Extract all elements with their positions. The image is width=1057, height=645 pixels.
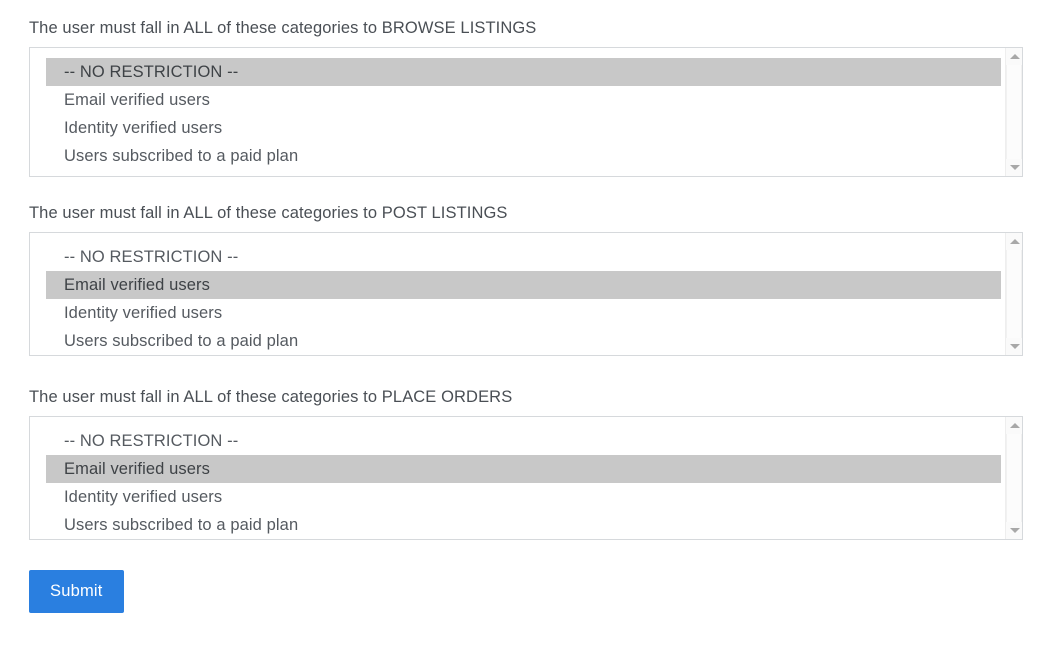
listbox-browse-listings[interactable]: -- NO RESTRICTION -- Email verified user…	[29, 47, 1023, 177]
scroll-up-button[interactable]	[1006, 417, 1022, 434]
field-group-browse-listings: The user must fall in ALL of these categ…	[29, 18, 1023, 177]
list-item[interactable]: Users subscribed to a paid plan	[46, 142, 1001, 170]
list-item[interactable]: Email verified users	[46, 271, 1001, 299]
scroll-down-arrow-icon	[1009, 528, 1020, 533]
list-item[interactable]: Email verified users	[46, 455, 1001, 483]
field-label-post-listings: The user must fall in ALL of these categ…	[29, 204, 508, 222]
scroll-up-arrow-icon	[1009, 239, 1020, 244]
scrollbar-place-orders[interactable]	[1005, 417, 1022, 539]
permissions-form-page: The user must fall in ALL of these categ…	[0, 0, 1057, 645]
field-label-browse-listings: The user must fall in ALL of these categ…	[29, 19, 537, 37]
listbox-options-browse-listings: -- NO RESTRICTION -- Email verified user…	[30, 48, 1007, 176]
scroll-up-arrow-icon	[1009, 423, 1020, 428]
list-item[interactable]: Identity verified users	[46, 114, 1001, 142]
list-item[interactable]: Email verified users	[46, 86, 1001, 114]
listbox-place-orders[interactable]: -- NO RESTRICTION -- Email verified user…	[29, 416, 1023, 540]
listbox-options-place-orders: -- NO RESTRICTION -- Email verified user…	[30, 417, 1007, 539]
scrollbar-track[interactable]	[1006, 250, 1022, 338]
list-item[interactable]: Identity verified users	[46, 483, 1001, 511]
field-group-place-orders: The user must fall in ALL of these categ…	[29, 387, 1023, 540]
list-item[interactable]: -- NO RESTRICTION --	[46, 427, 1001, 455]
scroll-up-button[interactable]	[1006, 48, 1022, 65]
field-label-place-orders: The user must fall in ALL of these categ…	[29, 388, 513, 406]
scrollbar-browse-listings[interactable]	[1005, 48, 1022, 176]
list-item[interactable]: -- NO RESTRICTION --	[46, 58, 1001, 86]
scroll-up-arrow-icon	[1009, 54, 1020, 59]
scroll-down-button[interactable]	[1006, 159, 1022, 176]
submit-button[interactable]: Submit	[29, 570, 124, 613]
scrollbar-track[interactable]	[1006, 434, 1022, 522]
listbox-post-listings[interactable]: -- NO RESTRICTION -- Email verified user…	[29, 232, 1023, 356]
listbox-options-post-listings: -- NO RESTRICTION -- Email verified user…	[30, 233, 1007, 355]
scroll-down-button[interactable]	[1006, 522, 1022, 539]
field-group-post-listings: The user must fall in ALL of these categ…	[29, 203, 1023, 356]
scroll-down-button[interactable]	[1006, 338, 1022, 355]
scroll-up-button[interactable]	[1006, 233, 1022, 250]
list-item[interactable]: Users subscribed to a paid plan	[46, 511, 1001, 539]
list-item[interactable]: -- NO RESTRICTION --	[46, 243, 1001, 271]
scroll-down-arrow-icon	[1009, 344, 1020, 349]
list-item[interactable]: Identity verified users	[46, 299, 1001, 327]
scrollbar-track[interactable]	[1006, 65, 1022, 159]
list-item[interactable]: Users subscribed to a paid plan	[46, 327, 1001, 355]
scrollbar-post-listings[interactable]	[1005, 233, 1022, 355]
scroll-down-arrow-icon	[1009, 165, 1020, 170]
